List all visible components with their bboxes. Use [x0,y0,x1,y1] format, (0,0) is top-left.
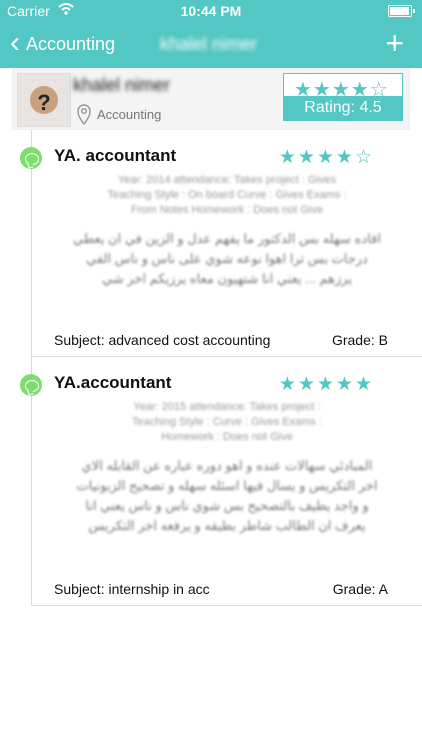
review-grade: Grade: A [332,581,388,597]
professor-name: khalel nimer [73,75,171,95]
add-review-button[interactable]: + [385,27,404,59]
back-button[interactable]: ‹ Accounting [10,22,115,66]
review-subject: Subject: internship in acc [54,581,210,597]
department-label: Accounting [97,107,162,122]
plus-icon: + [385,25,404,61]
location-pin-icon [77,104,91,125]
review-meta: Year: 2014 attendance: Takes project : G… [107,174,347,216]
status-bar: Carrier 10:44 PM [0,0,422,22]
review-meta: Year: 2015 attendance: Takes project : T… [131,401,323,443]
header: ‹ Accounting khalel nimer + [0,22,422,66]
back-label: Accounting [26,33,116,54]
review-text: المبادئي سهالات عنده و اهو دوره عباره عن… [76,458,378,533]
review-text: افاده سهله بس الدكتور ما يفهم عدل و الزي… [73,231,381,286]
review-subject: Subject: advanced cost accounting [54,332,271,348]
rating-label: Rating: 4.5 [284,96,402,120]
question-mark-icon: ? [37,90,51,115]
review-author: YA. accountant [54,146,177,165]
navigation-bar: Carrier 10:44 PM ‹ Accounting khalel nim… [0,0,422,68]
rating-box: ★★★★☆ Rating: 4.5 [283,73,403,121]
comment-icon [20,374,42,396]
review-stars: ★★★★★ [278,374,374,395]
review-card[interactable]: YA.accountant ★★★★★ Year: 2015 attendanc… [20,357,422,606]
battery-icon [388,5,415,17]
review-author: YA.accountant [54,373,172,392]
chevron-left-icon: ‹ [10,26,20,59]
review-stars: ★★★★☆ [278,147,374,168]
avatar: ? [17,73,71,127]
comment-icon [20,147,42,169]
review-card[interactable]: YA. accountant ★★★★☆ Year: 2014 attendan… [20,130,422,357]
page-title: khalel nimer [160,34,258,54]
status-time: 10:44 PM [180,3,242,19]
profile-card: ? khalel nimer Accounting ★★★★☆ Rating: … [12,68,410,130]
review-grade: Grade: B [331,332,388,348]
